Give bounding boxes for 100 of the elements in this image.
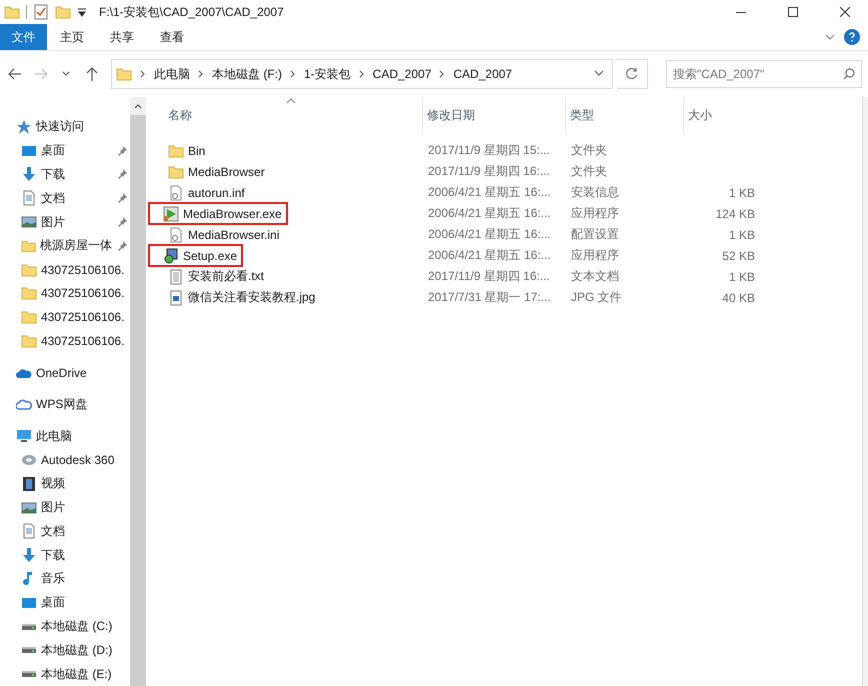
date-cell-text: 2017/11/9 星期四 15:... bbox=[427, 142, 551, 159]
installer-icon bbox=[163, 248, 179, 264]
drive-icon bbox=[21, 622, 37, 631]
size-cell-text: 1 KB bbox=[728, 228, 756, 242]
size-cell-text: 124 KB bbox=[714, 206, 756, 220]
breadcrumb[interactable]: CAD_2007 bbox=[372, 67, 432, 81]
sidebar-item[interactable]: 文档 bbox=[0, 186, 130, 210]
date-cell-text: 2017/7/31 星期一 17:... bbox=[427, 289, 552, 306]
sidebar-item[interactable]: 本地磁盘 (D:) bbox=[0, 638, 130, 662]
document-icon bbox=[21, 190, 37, 206]
chevron-right-icon[interactable] bbox=[358, 70, 365, 78]
ribbon-tab[interactable]: 文件 bbox=[0, 24, 47, 50]
column-header[interactable]: 修改日期 bbox=[422, 97, 565, 133]
drive-icon bbox=[21, 670, 37, 678]
type-cell-text: 安装信息 bbox=[570, 184, 620, 201]
download-arrow-icon bbox=[21, 166, 37, 182]
ribbon-tab[interactable]: 主页 bbox=[47, 24, 97, 50]
file-name[interactable]: 微信关注看安装教程.jpg bbox=[162, 286, 322, 309]
size-cell-text: 1 KB bbox=[728, 186, 756, 200]
sidebar-item[interactable]: 下载 bbox=[0, 162, 130, 186]
sidebar-item[interactable]: 音乐 bbox=[0, 567, 130, 591]
column-header[interactable]: 大小 bbox=[683, 97, 763, 133]
checklist-icon[interactable] bbox=[33, 4, 49, 20]
help-icon[interactable] bbox=[844, 29, 860, 45]
date-cell-text: 2006/4/21 星期五 16:... bbox=[427, 184, 552, 201]
sidebar-item[interactable]: 本地磁盘 (C:) bbox=[0, 614, 130, 638]
folder-icon bbox=[116, 66, 132, 82]
chevron-right-icon[interactable] bbox=[290, 70, 296, 78]
file-name[interactable]: MediaBrowser.ini bbox=[162, 223, 286, 246]
sidebar-item[interactable]: 430725106106. bbox=[0, 258, 130, 282]
pin-icon[interactable] bbox=[116, 240, 128, 252]
window-title: F:\1-安装包\CAD_2007\CAD_2007 bbox=[99, 4, 285, 20]
file-name[interactable]: 安装前必看.txt bbox=[162, 265, 270, 288]
sidebar-item[interactable]: 图片 bbox=[0, 496, 130, 520]
date-cell-text: 2017/11/9 星期四 16:... bbox=[427, 268, 551, 285]
column-header[interactable]: 类型 bbox=[565, 97, 683, 133]
pin-icon[interactable] bbox=[116, 216, 128, 228]
pin-icon[interactable] bbox=[116, 144, 128, 157]
type-cell-text: 应用程序 bbox=[570, 247, 620, 264]
sidebar-item[interactable]: 430725106106. bbox=[0, 305, 130, 330]
breadcrumb[interactable]: 1-安装包 bbox=[304, 66, 351, 82]
file-name[interactable]: Bin bbox=[162, 139, 212, 162]
ribbon-tab[interactable]: 共享 bbox=[97, 24, 147, 50]
breadcrumb[interactable]: 本地磁盘 (F:) bbox=[212, 66, 282, 82]
sidebar-item[interactable]: 视频 bbox=[0, 472, 130, 496]
chevron-right-icon[interactable] bbox=[198, 70, 204, 78]
scrollbar[interactable] bbox=[130, 97, 146, 686]
maximize-icon bbox=[788, 7, 798, 17]
sidebar-item[interactable]: WPS网盘 bbox=[0, 392, 130, 416]
sidebar-item[interactable]: 430725106106. bbox=[0, 281, 130, 306]
refresh-icon bbox=[625, 67, 640, 81]
search-icon bbox=[842, 68, 855, 80]
play-icon bbox=[163, 206, 179, 222]
star-icon bbox=[16, 118, 32, 135]
type-cell-text: 文本文档 bbox=[570, 268, 620, 285]
folder-icon bbox=[21, 332, 37, 349]
highlighted-file-name[interactable]: Setup.exe bbox=[148, 244, 244, 267]
file-name[interactable]: autorun.inf bbox=[162, 181, 251, 204]
sidebar-item[interactable]: 桃源房屋一体 bbox=[0, 234, 130, 258]
pin-icon[interactable] bbox=[116, 168, 128, 180]
type-cell-text: 文件夹 bbox=[570, 163, 608, 180]
chevron-down-icon bbox=[62, 71, 70, 77]
file-name[interactable]: MediaBrowser bbox=[162, 160, 271, 183]
column-header[interactable]: 名称 bbox=[162, 97, 422, 133]
sidebar-item[interactable]: 430725106106. bbox=[0, 329, 130, 353]
sidebar-item[interactable]: OneDrive bbox=[0, 360, 130, 385]
scroll-up-icon[interactable] bbox=[134, 103, 142, 109]
breadcrumb[interactable]: CAD_2007 bbox=[453, 67, 512, 81]
text-file-icon bbox=[168, 268, 184, 284]
sidebar-item[interactable]: 快速访问 bbox=[0, 115, 130, 139]
type-cell-text: 文件夹 bbox=[570, 142, 608, 159]
address-bar[interactable]: 此电脑 本地磁盘 (F:) 1-安装包 CAD_2007 CAD_2007 bbox=[111, 59, 614, 89]
picture-icon bbox=[21, 214, 37, 230]
sidebar-item[interactable]: 桌面 bbox=[0, 590, 130, 615]
dropdown-icon[interactable] bbox=[77, 7, 87, 17]
sidebar-item[interactable]: 下载 bbox=[0, 543, 130, 568]
search-field[interactable]: 搜索"CAD_2007" bbox=[666, 60, 862, 88]
refresh-button[interactable] bbox=[617, 59, 648, 89]
settings-file-icon bbox=[168, 226, 184, 242]
download-arrow-icon bbox=[21, 547, 37, 564]
sidebar-item[interactable]: 桌面 bbox=[0, 138, 130, 163]
chevron-down-icon[interactable] bbox=[594, 70, 604, 78]
chevron-right-icon[interactable] bbox=[140, 70, 146, 78]
highlighted-file-name[interactable]: MediaBrowser.exe bbox=[148, 202, 288, 225]
pin-icon[interactable] bbox=[116, 192, 128, 204]
folder-icon bbox=[4, 4, 20, 20]
sidebar-item[interactable]: 图片 bbox=[0, 210, 130, 234]
folder-icon bbox=[55, 4, 71, 20]
chevron-right-icon[interactable] bbox=[439, 70, 446, 78]
folder-icon bbox=[168, 164, 184, 180]
breadcrumb[interactable]: 此电脑 bbox=[154, 66, 190, 82]
type-cell-text: JPG 文件 bbox=[570, 289, 623, 306]
date-cell-text: 2006/4/21 星期五 16:... bbox=[427, 247, 552, 264]
computer-icon bbox=[16, 428, 32, 444]
sidebar-item[interactable]: 文档 bbox=[0, 520, 130, 544]
sidebar-item[interactable]: 此电脑 bbox=[0, 424, 130, 448]
sidebar-item[interactable]: 本地磁盘 (E:) bbox=[0, 662, 130, 686]
picture-icon bbox=[21, 500, 37, 516]
ribbon-tab[interactable]: 查看 bbox=[147, 24, 197, 50]
sidebar-item[interactable]: Autodesk 360 bbox=[0, 448, 130, 472]
